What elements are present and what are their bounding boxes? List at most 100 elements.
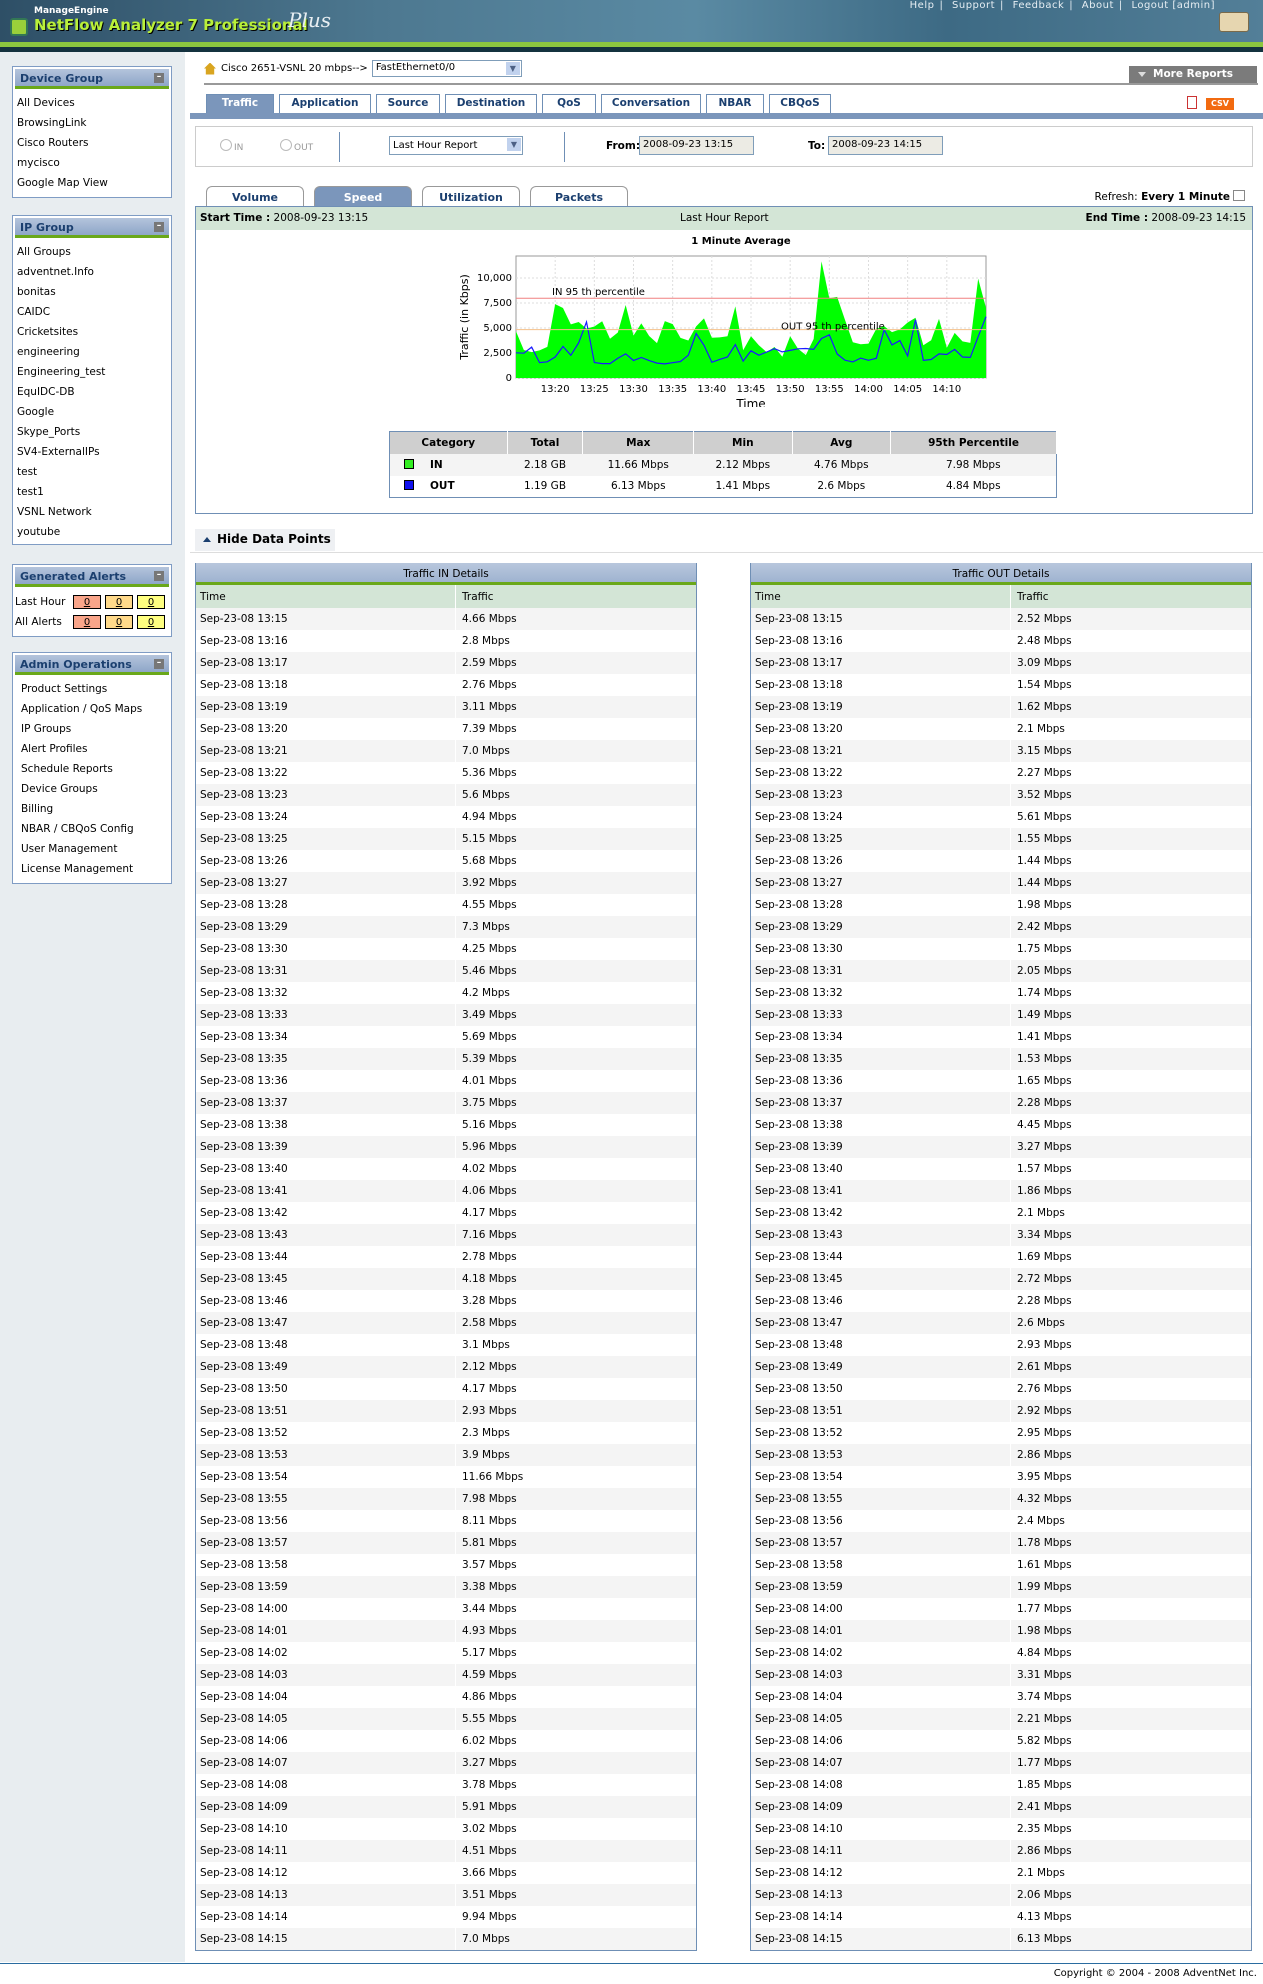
tab-traffic[interactable]: Traffic: [206, 94, 274, 113]
sidebar-item-ip-group[interactable]: Engineering_test: [13, 362, 171, 382]
alert-count-badge[interactable]: 0: [137, 615, 165, 629]
percentile-label: OUT 95 th percentile: [781, 322, 885, 333]
to-input[interactable]: 2008-09-23 14:15: [828, 136, 943, 155]
sidebar-item-device-group[interactable]: All Devices: [13, 93, 171, 113]
panel-title: Device Group: [20, 72, 104, 85]
collapse-icon[interactable]: –: [154, 73, 164, 83]
report-period-select[interactable]: Last Hour Report ▼: [389, 136, 523, 155]
home-icon[interactable]: [204, 62, 216, 75]
sidebar-item-admin[interactable]: NBAR / CBQoS Config: [17, 819, 171, 839]
sidebar-item-ip-group[interactable]: Google: [13, 402, 171, 422]
sidebar-item-ip-group[interactable]: SV4-ExternalIPs: [13, 442, 171, 462]
collapse-icon[interactable]: –: [154, 571, 164, 581]
sidebar-item-device-group[interactable]: Google Map View: [13, 173, 171, 193]
collapse-icon[interactable]: –: [154, 222, 164, 232]
sidebar-item-ip-group[interactable]: VSNL Network: [13, 502, 171, 522]
alert-count-badge[interactable]: 0: [137, 595, 165, 609]
alert-count-badge[interactable]: 0: [105, 595, 133, 609]
table-row: Sep-23-08 13:40 1.57 Mbps: [751, 1158, 1251, 1180]
sidebar-item-ip-group[interactable]: EquIDC-DB: [13, 382, 171, 402]
metric-tab-packets[interactable]: Packets: [530, 186, 628, 206]
alert-count-badge[interactable]: 0: [73, 615, 101, 629]
traffic-cell: 1.98 Mbps: [1017, 899, 1072, 911]
sidebar-item-admin[interactable]: User Management: [17, 839, 171, 859]
about-link[interactable]: About: [1082, 0, 1114, 11]
time-cell: Sep-23-08 13:52: [751, 1422, 1011, 1444]
sidebar-item-admin[interactable]: Device Groups: [17, 779, 171, 799]
sidebar-item-ip-group[interactable]: Skype_Ports: [13, 422, 171, 442]
tab-qos[interactable]: QoS: [542, 94, 596, 113]
sidebar-item-device-group[interactable]: Cisco Routers: [13, 133, 171, 153]
tab-application[interactable]: Application: [279, 94, 371, 113]
metric-tab-utilization[interactable]: Utilization: [422, 186, 520, 206]
out-radio[interactable]: OUT: [280, 139, 313, 153]
sidebar-item-ip-group[interactable]: engineering: [13, 342, 171, 362]
more-reports-button[interactable]: More Reports: [1129, 66, 1257, 83]
metric-tab-speed[interactable]: Speed: [314, 186, 412, 206]
traffic-cell: 4.59 Mbps: [462, 1669, 517, 1681]
sidebar-item-ip-group[interactable]: test1: [13, 482, 171, 502]
sidebar-item-device-group[interactable]: mycisco: [13, 153, 171, 173]
time-cell: Sep-23-08 13:47: [196, 1312, 456, 1334]
sidebar-item-ip-group[interactable]: Cricketsites: [13, 322, 171, 342]
time-cell: Sep-23-08 13:34: [751, 1026, 1011, 1048]
time-cell: Sep-23-08 13:16: [196, 630, 456, 652]
sidebar-item-admin[interactable]: Alert Profiles: [17, 739, 171, 759]
sidebar-item-admin[interactable]: IP Groups: [17, 719, 171, 739]
time-cell: Sep-23-08 13:25: [751, 828, 1011, 850]
logout-link[interactable]: Logout [admin]: [1131, 0, 1215, 11]
traffic-cell: 2.93 Mbps: [1017, 1339, 1072, 1351]
collapse-icon[interactable]: –: [154, 659, 164, 669]
time-cell: Sep-23-08 13:34: [196, 1026, 456, 1048]
alert-count-badge[interactable]: 0: [105, 615, 133, 629]
support-link[interactable]: Support: [952, 0, 995, 11]
tab-conversation[interactable]: Conversation: [601, 94, 701, 113]
hide-data-points-toggle[interactable]: Hide Data Points: [195, 529, 335, 551]
from-input[interactable]: 2008-09-23 13:15: [639, 136, 754, 155]
time-cell: Sep-23-08 13:42: [196, 1202, 456, 1224]
sidebar-item-admin[interactable]: Schedule Reports: [17, 759, 171, 779]
traffic-cell: 4.66 Mbps: [462, 613, 517, 625]
traffic-cell: 7.0 Mbps: [462, 1933, 510, 1945]
interface-select[interactable]: FastEthernet0/0 ▼: [371, 60, 522, 77]
metric-tab-volume[interactable]: Volume: [206, 186, 304, 206]
sidebar-item-ip-group[interactable]: adventnet.Info: [13, 262, 171, 282]
csv-export-button[interactable]: CSV: [1206, 98, 1234, 110]
time-cell: Sep-23-08 14:07: [751, 1752, 1011, 1774]
pdf-export-icon[interactable]: [1187, 96, 1197, 109]
feedback-link[interactable]: Feedback: [1013, 0, 1065, 11]
sidebar-item-admin[interactable]: License Management: [17, 859, 171, 879]
help-link[interactable]: Help: [910, 0, 935, 11]
sidebar-item-admin[interactable]: Product Settings: [17, 679, 171, 699]
tab-destination[interactable]: Destination: [445, 94, 537, 113]
sidebar-item-ip-group[interactable]: CAIDC: [13, 302, 171, 322]
sidebar-item-ip-group[interactable]: All Groups: [13, 242, 171, 262]
table-row: Sep-23-08 14:01 4.93 Mbps: [196, 1620, 696, 1642]
sidebar-item-admin[interactable]: Application / QoS Maps: [17, 699, 171, 719]
alert-count-badge[interactable]: 0: [73, 595, 101, 609]
sidebar-item-ip-group[interactable]: test: [13, 462, 171, 482]
y-tick-label: 2,500: [483, 348, 512, 359]
tab-cbqos[interactable]: CBQoS: [769, 94, 831, 113]
sidebar-item-admin[interactable]: Billing: [17, 799, 171, 819]
sidebar-item-ip-group[interactable]: youtube: [13, 522, 171, 542]
table-row: Sep-23-08 14:03 3.31 Mbps: [751, 1664, 1251, 1686]
edit-icon[interactable]: [1233, 190, 1245, 201]
time-cell: Sep-23-08 13:21: [751, 740, 1011, 762]
sidebar-item-device-group[interactable]: BrowsingLink: [13, 113, 171, 133]
device-selector-row: Cisco 2651-VSNL 20 mbps--> FastEthernet0…: [204, 60, 522, 77]
in-radio[interactable]: IN: [220, 139, 243, 153]
time-cell: Sep-23-08 13:36: [751, 1070, 1011, 1092]
time-cell: Sep-23-08 13:50: [196, 1378, 456, 1400]
table-row: Sep-23-08 14:12 3.66 Mbps: [196, 1862, 696, 1884]
table-row: Sep-23-08 13:45 2.72 Mbps: [751, 1268, 1251, 1290]
sidebar-item-ip-group[interactable]: bonitas: [13, 282, 171, 302]
traffic-cell: 1.61 Mbps: [1017, 1559, 1072, 1571]
table-row: Sep-23-08 14:08 3.78 Mbps: [196, 1774, 696, 1796]
handshake-icon[interactable]: [1219, 12, 1249, 32]
tab-nbar[interactable]: NBAR: [706, 94, 764, 113]
tab-source[interactable]: Source: [376, 94, 440, 113]
table-row: Sep-23-08 13:22 2.27 Mbps: [751, 762, 1251, 784]
time-cell: Sep-23-08 13:44: [751, 1246, 1011, 1268]
table-row: Sep-23-08 13:37 3.75 Mbps: [196, 1092, 696, 1114]
